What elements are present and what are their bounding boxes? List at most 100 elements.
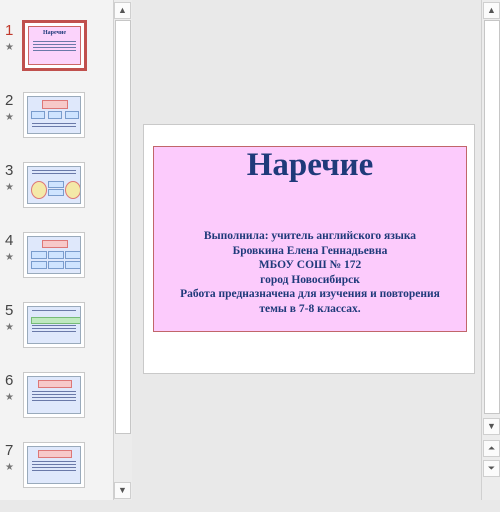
thumbnail-text-line: [32, 170, 76, 171]
thumbnail-content: [27, 236, 81, 274]
thumbnail-shape: [48, 261, 64, 269]
thumbnail-text-line: [32, 461, 76, 462]
slide-content-box[interactable]: Наречие Выполнила: учитель английского я…: [153, 146, 467, 332]
purpose-line: Работа предназначена для изучения и повт…: [180, 288, 440, 300]
thumbnail-content: [27, 96, 81, 134]
thumbnail-shape: [42, 100, 68, 109]
thumbnail-shape: [48, 189, 64, 196]
thumbnail-image[interactable]: Наречие: [22, 20, 87, 71]
double-chevron-up-icon: ⏶: [487, 443, 496, 453]
thumbnail-content: Наречие: [28, 26, 81, 65]
editor-scrollbar[interactable]: ▲ ▼ ⏶ ⏷: [481, 0, 500, 500]
chevron-down-icon: ▼: [118, 485, 127, 495]
thumbnail-text-line: [32, 310, 76, 311]
thumbnail-shape: [31, 317, 80, 324]
slide-thumbnail-6[interactable]: 6 ★: [0, 372, 113, 442]
thumbnail-image[interactable]: [23, 302, 85, 348]
thumbnail-content: [27, 306, 81, 344]
double-chevron-down-icon: ⏷: [487, 463, 496, 473]
scroll-thumb[interactable]: [115, 20, 131, 434]
slide-editor: Наречие Выполнила: учитель английского я…: [133, 0, 481, 500]
thumbnail-shape: [65, 181, 80, 199]
school-line: МБОУ СОШ № 172: [258, 259, 362, 271]
animation-star-icon: ★: [5, 322, 14, 333]
thumbnail-text-line: [33, 41, 76, 42]
animation-star-icon: ★: [5, 462, 14, 473]
thumbnail-text-line: [33, 50, 76, 51]
author-name: Бровкина Елена Геннадьевна: [232, 244, 388, 257]
thumbnail-shape: [38, 450, 72, 458]
thumbnail-text-line: [32, 126, 76, 127]
thumbnail-image[interactable]: [23, 162, 85, 208]
scroll-down-button[interactable]: ▼: [114, 482, 131, 499]
slide-number: 5: [5, 302, 14, 319]
slide-thumbnail-7[interactable]: 7 ★: [0, 442, 113, 512]
thumbnail-shape: [38, 380, 72, 388]
thumbnail-shape: [65, 251, 80, 259]
slide-thumbnail-3[interactable]: 3 ★: [0, 162, 113, 232]
slide-thumbnail-pane: 1 ★ Наречие 2 ★ 3 ★ 4 ★ 5 ★ 6 ★ 7 ★: [0, 0, 113, 500]
thumbnail-shape: [31, 111, 45, 119]
thumbnail-image[interactable]: [23, 372, 85, 418]
chevron-down-icon: ▼: [487, 421, 496, 431]
next-slide-button[interactable]: ⏷: [483, 460, 500, 477]
chevron-up-icon: ▲: [487, 5, 496, 15]
thumbnail-text-line: [32, 391, 76, 392]
grades-line: темы в 7-8 классах.: [259, 302, 361, 315]
slide-thumbnail-5[interactable]: 5 ★: [0, 302, 113, 372]
animation-star-icon: ★: [5, 252, 14, 263]
thumbnail-text-line: [32, 464, 76, 465]
thumbnail-image[interactable]: [23, 232, 85, 278]
slide-number: 6: [5, 372, 14, 389]
slide-thumbnail-2[interactable]: 2 ★: [0, 92, 113, 162]
thumbnail-text-line: [33, 44, 76, 45]
animation-star-icon: ★: [5, 112, 14, 123]
previous-slide-button[interactable]: ⏶: [483, 440, 500, 457]
thumbnail-text-line: [32, 394, 76, 395]
scroll-thumb[interactable]: [484, 20, 500, 414]
chevron-up-icon: ▲: [118, 5, 127, 15]
thumbnail-text-line: [32, 467, 76, 468]
thumbnail-content: [27, 446, 81, 484]
slide-body-text[interactable]: Выполнила: учитель английского языка Бро…: [154, 229, 466, 316]
slide-title[interactable]: Наречие: [154, 147, 466, 184]
thumbnail-shape: [31, 181, 47, 199]
thumbnail-text-line: [32, 397, 76, 398]
thumbnail-text-line: [33, 47, 76, 48]
thumbnail-content: [27, 166, 81, 204]
thumbnail-image[interactable]: [23, 92, 85, 138]
author-line: Выполнила: учитель английского языка: [203, 230, 417, 242]
scroll-up-button[interactable]: ▲: [114, 2, 131, 19]
thumbnail-shape: [65, 261, 80, 269]
slide-number: 4: [5, 232, 14, 249]
thumbnail-shape: [48, 251, 64, 259]
animation-star-icon: ★: [5, 392, 14, 403]
thumbnail-shape: [48, 181, 64, 188]
slide-number: 1: [5, 22, 14, 39]
slide-number: 7: [5, 442, 14, 459]
slide-number: 2: [5, 92, 14, 109]
thumbnail-text-line: [32, 470, 76, 471]
thumbnail-shape: [31, 261, 47, 269]
slide-canvas[interactable]: Наречие Выполнила: учитель английского я…: [143, 124, 475, 374]
thumbnail-text-line: [32, 173, 76, 174]
thumbnail-image[interactable]: [23, 442, 85, 488]
thumbnail-title: Наречие: [42, 30, 67, 36]
thumbnail-shape: [31, 251, 47, 259]
thumbnail-text-line: [32, 328, 76, 329]
city-line: город Новосибирск: [260, 273, 360, 286]
scroll-down-button[interactable]: ▼: [483, 418, 500, 435]
thumbnail-shape: [65, 111, 79, 119]
slide-thumbnail-1[interactable]: 1 ★ Наречие: [0, 20, 113, 92]
slide-thumbnail-4[interactable]: 4 ★: [0, 232, 113, 302]
animation-star-icon: ★: [5, 182, 14, 193]
thumbnail-text-line: [32, 331, 76, 332]
thumbnail-text-line: [32, 123, 76, 124]
thumbnail-text-line: [32, 325, 76, 326]
slide-number: 3: [5, 162, 14, 179]
scroll-up-button[interactable]: ▲: [483, 2, 500, 19]
thumbnail-shape: [42, 240, 68, 248]
animation-star-icon: ★: [5, 42, 14, 53]
thumbnail-shape: [48, 111, 62, 119]
thumbnail-scrollbar[interactable]: ▲ ▼: [113, 0, 132, 500]
